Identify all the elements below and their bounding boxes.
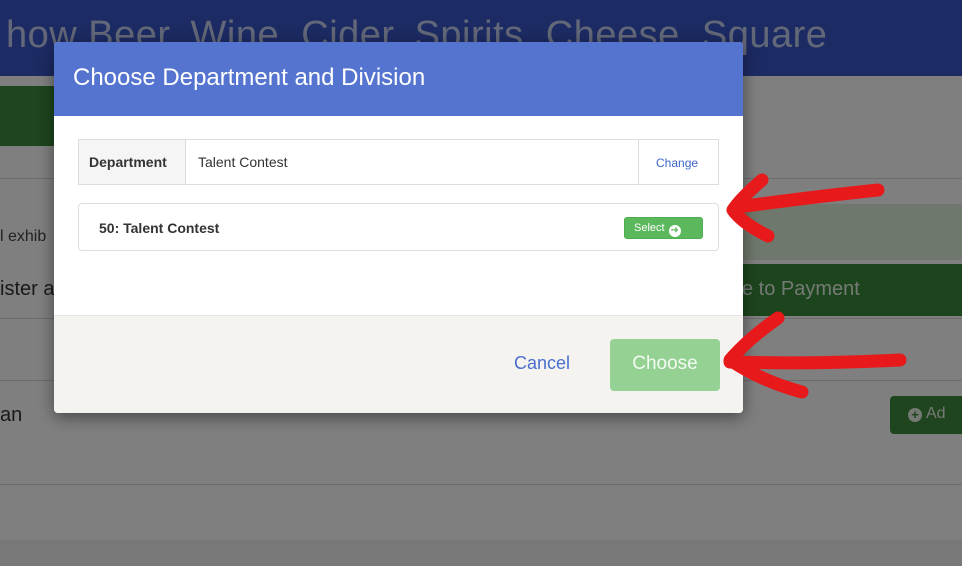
modal-header: Choose Department and Division	[54, 42, 743, 116]
department-label: Department	[89, 154, 167, 170]
choose-button[interactable]: Choose	[610, 339, 720, 391]
division-label: 50: Talent Contest	[99, 220, 220, 236]
department-value: Talent Contest	[198, 154, 288, 170]
select-division-button[interactable]: Select ➜	[624, 217, 703, 239]
department-row: Department Talent Contest Change	[78, 139, 719, 185]
department-label-cell: Department	[79, 140, 186, 184]
division-list-item: 50: Talent Contest Select ➜	[78, 203, 719, 251]
select-button-label: Select	[634, 222, 665, 234]
circle-arrow-right-icon: ➜	[668, 225, 681, 237]
page: how Beer, Wine, Cider, Spirits, Cheese, …	[0, 0, 962, 566]
modal-footer: Cancel Choose	[54, 315, 743, 413]
change-department-link[interactable]: Change	[656, 156, 698, 170]
choose-department-modal: Choose Department and Division Departmen…	[54, 42, 743, 413]
choose-button-label: Choose	[632, 353, 698, 374]
department-change-cell: Change	[638, 140, 718, 184]
cancel-button[interactable]: Cancel	[514, 353, 570, 374]
modal-title: Choose Department and Division	[73, 64, 426, 91]
